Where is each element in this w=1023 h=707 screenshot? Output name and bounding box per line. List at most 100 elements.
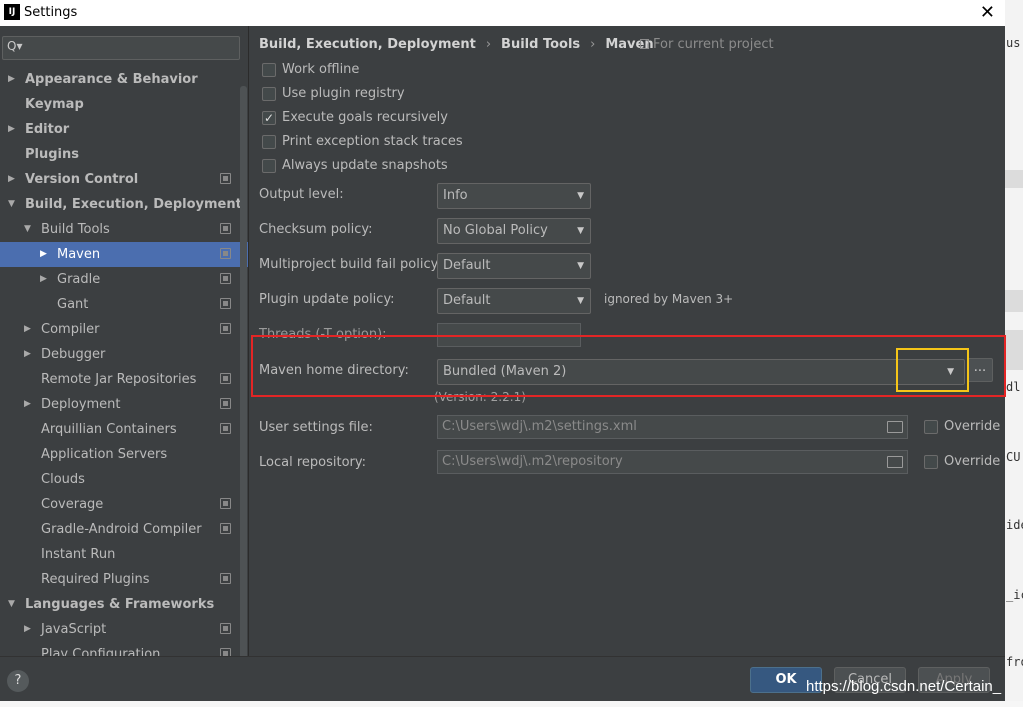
intellij-app-icon: IJ [4, 4, 20, 20]
sidebar-item-maven[interactable]: ▶ Maven [0, 242, 248, 267]
checkbox-label: Work offline [282, 62, 360, 77]
sidebar-item-javascript[interactable]: ▶ JavaScript [0, 617, 248, 642]
sidebar-item-build-execution-deployment[interactable]: ▼ Build, Execution, Deployment [0, 192, 248, 217]
maven-home-label: Maven home directory: [259, 363, 409, 378]
project-scope-icon [220, 523, 231, 534]
breadcrumb-item: Build, Execution, Deployment [259, 37, 476, 52]
project-scope-icon [220, 298, 231, 309]
project-scope-icon [220, 623, 231, 634]
plugin-update-hint: ignored by Maven 3+ [604, 292, 734, 306]
scope-note: For current project [640, 37, 774, 52]
chevron-right-icon[interactable]: ▶ [24, 317, 31, 342]
sidebar-item-languages-frameworks[interactable]: ▼ Languages & Frameworks [0, 592, 248, 617]
chevron-down-icon: ▼ [577, 261, 584, 271]
folder-icon[interactable] [887, 456, 903, 468]
user-settings-input[interactable]: C:\Users\wdj\.m2\settings.xml [437, 415, 908, 439]
sidebar-item-compiler[interactable]: ▶ Compiler [0, 317, 248, 342]
sidebar-item-editor[interactable]: ▶ Editor [0, 117, 248, 142]
sidebar-item-play-configuration[interactable]: Play Configuration [0, 642, 248, 656]
breadcrumb-separator: › [485, 37, 492, 52]
sidebar-item-required-plugins[interactable]: Required Plugins [0, 567, 248, 592]
close-icon[interactable]: ✕ [980, 2, 995, 23]
project-scope-icon [220, 373, 231, 384]
sidebar-item-gradle-android-compiler[interactable]: Gradle-Android Compiler [0, 517, 248, 542]
checkbox-box[interactable] [924, 420, 938, 434]
chevron-right-icon[interactable]: ▶ [24, 392, 31, 417]
chevron-down-icon: ▼ [577, 296, 584, 306]
sidebar-item-label: Clouds [41, 472, 85, 487]
project-scope-icon [220, 398, 231, 409]
sidebar-item-deployment[interactable]: ▶ Deployment [0, 392, 248, 417]
maven-home-browse-button[interactable]: ... [967, 358, 993, 382]
plugin-update-dropdown[interactable]: Default ▼ [437, 288, 591, 314]
sidebar-item-label: Build, Execution, Deployment [25, 197, 242, 212]
threads-input[interactable] [437, 323, 581, 347]
sidebar-item-debugger[interactable]: ▶ Debugger [0, 342, 248, 367]
user-settings-value: C:\Users\wdj\.m2\settings.xml [442, 419, 637, 434]
output-level-label: Output level: [259, 187, 344, 202]
chevron-right-icon[interactable]: ▶ [24, 617, 31, 642]
sidebar-scrollbar[interactable] [240, 86, 247, 656]
chevron-down-icon[interactable]: ▼ [8, 192, 15, 217]
sidebar-item-label: Version Control [25, 172, 139, 187]
sidebar-item-keymap[interactable]: Keymap [0, 92, 248, 117]
project-icon [640, 39, 649, 49]
local-repo-value: C:\Users\wdj\.m2\repository [442, 454, 623, 469]
sidebar-item-coverage[interactable]: Coverage [0, 492, 248, 517]
sidebar-item-application-servers[interactable]: Application Servers [0, 442, 248, 467]
sidebar-item-arquillian-containers[interactable]: Arquillian Containers [0, 417, 248, 442]
sidebar-item-remote-jar-repositories[interactable]: Remote Jar Repositories [0, 367, 248, 392]
checksum-policy-value: No Global Policy [443, 223, 548, 238]
checkbox-label: Use plugin registry [282, 86, 405, 101]
background-text: CU [1006, 450, 1021, 464]
chevron-right-icon[interactable]: ▶ [40, 242, 47, 267]
sidebar-item-clouds[interactable]: Clouds [0, 467, 248, 492]
chevron-down-icon[interactable]: ▼ [8, 592, 15, 617]
maven-home-dropdown[interactable]: Bundled (Maven 2) ▼ [437, 359, 965, 385]
help-icon[interactable]: ? [7, 670, 29, 692]
output-level-dropdown[interactable]: Info ▼ [437, 183, 591, 209]
checkbox-unchecked[interactable] [262, 87, 276, 101]
chevron-right-icon[interactable]: ▶ [8, 167, 15, 192]
sidebar-item-plugins[interactable]: Plugins [0, 142, 248, 167]
override-label: Override [944, 454, 1001, 469]
sidebar-item-appearance-behavior[interactable]: ▶ Appearance & Behavior [0, 67, 248, 92]
checkbox-unchecked[interactable] [262, 159, 276, 173]
sidebar-item-gant[interactable]: Gant [0, 292, 248, 317]
sidebar-item-label: Gradle [57, 272, 101, 287]
settings-search-input[interactable]: Q▾ [2, 36, 240, 60]
project-scope-icon [220, 648, 231, 656]
project-scope-icon [220, 498, 231, 509]
checkbox-unchecked[interactable] [262, 63, 276, 77]
chevron-down-icon[interactable]: ▼ [24, 217, 31, 242]
multiproject-fail-value: Default [443, 258, 491, 273]
checkbox-unchecked[interactable] [262, 135, 276, 149]
sidebar-item-instant-run[interactable]: Instant Run [0, 542, 248, 567]
sidebar-item-label: Gant [57, 297, 89, 312]
sidebar-item-gradle[interactable]: ▶ Gradle [0, 267, 248, 292]
chevron-down-icon: ▼ [577, 226, 584, 236]
background-text: ide [1006, 518, 1023, 532]
sidebar-item-label: Gradle-Android Compiler [41, 522, 202, 537]
sidebar-item-label: Appearance & Behavior [25, 72, 198, 87]
title-bar: IJ Settings ✕ [0, 0, 1005, 26]
local-repo-input[interactable]: C:\Users\wdj\.m2\repository [437, 450, 908, 474]
sidebar-item-label: JavaScript [41, 622, 107, 637]
sidebar-item-version-control[interactable]: ▶ Version Control [0, 167, 248, 192]
background-text: _ic [1006, 588, 1023, 602]
checkbox-box[interactable] [924, 455, 938, 469]
multiproject-fail-dropdown[interactable]: Default ▼ [437, 253, 591, 279]
chevron-right-icon[interactable]: ▶ [40, 267, 47, 292]
sidebar-item-label: Application Servers [41, 447, 168, 462]
sidebar-item-label: Plugins [25, 147, 79, 162]
breadcrumb: Build, Execution, Deployment › Build Tools… [259, 37, 654, 52]
chevron-right-icon[interactable]: ▶ [8, 117, 15, 142]
chevron-right-icon[interactable]: ▶ [24, 342, 31, 367]
checkbox-checked[interactable] [262, 108, 276, 128]
folder-icon[interactable] [887, 421, 903, 433]
override-label: Override [944, 419, 1001, 434]
chevron-right-icon[interactable]: ▶ [8, 67, 15, 92]
sidebar-item-build-tools[interactable]: ▼ Build Tools [0, 217, 248, 242]
chevron-down-icon: ▼ [947, 367, 954, 377]
checksum-policy-dropdown[interactable]: No Global Policy ▼ [437, 218, 591, 244]
